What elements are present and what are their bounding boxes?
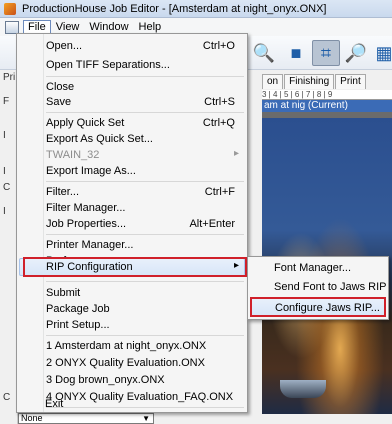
rip-configuration-submenu: Font Manager... Send Font to Jaws RIP Co…: [247, 256, 389, 320]
editor-tabs: on Finishing Print: [262, 74, 367, 89]
title-bar: ProductionHouse Job Editor - [Amsterdam …: [0, 0, 392, 18]
menu-item-recent-2[interactable]: 2 ONYX Quality Evaluation.ONX: [19, 354, 245, 372]
menu-file[interactable]: File: [23, 20, 51, 34]
menu-separator: [46, 112, 244, 113]
magnify-icon[interactable]: 🔎: [342, 40, 370, 66]
annotation-highlight-box: [23, 257, 247, 277]
chevron-right-icon: ▸: [233, 148, 239, 159]
menu-separator: [46, 281, 244, 282]
zoom-icon[interactable]: 🔍: [250, 40, 278, 66]
panel-letter: F: [3, 96, 10, 107]
tab-print[interactable]: Print: [335, 74, 366, 89]
menu-item-save[interactable]: Save Ctrl+S: [19, 93, 245, 111]
menu-item-export-image[interactable]: Export Image As...: [19, 162, 245, 180]
menu-item-exit[interactable]: Exit: [18, 396, 244, 413]
panel-letter: I: [3, 166, 6, 177]
panel-letter: C: [3, 392, 11, 403]
menu-help[interactable]: Help: [134, 20, 167, 34]
grid-icon[interactable]: ▦: [370, 40, 392, 66]
tab-finishing[interactable]: Finishing: [284, 74, 335, 89]
menu-separator: [46, 76, 244, 77]
bottom-select[interactable]: None ▼: [18, 413, 154, 424]
menu-window[interactable]: Window: [84, 20, 133, 34]
chevron-down-icon[interactable]: ▼: [142, 414, 150, 423]
panel-letter: C: [3, 182, 11, 193]
ruler: 3 | 4 | 5 | 6 | 7 | 8 | 9: [262, 90, 392, 100]
layer-icon[interactable]: ■: [282, 40, 310, 66]
document-title-bar: am at nig (Current): [262, 100, 392, 112]
tab-partial[interactable]: on: [262, 74, 284, 89]
panel-letter: I: [3, 130, 6, 141]
menu-item-recent-1[interactable]: 1 Amsterdam at night_onyx.ONX: [19, 337, 245, 355]
panel-letter: I: [3, 206, 6, 217]
menu-item-job-properties[interactable]: Job Properties... Alt+Enter: [19, 215, 245, 233]
menu-item-font-manager[interactable]: Font Manager...: [250, 259, 386, 277]
menu-item-open-tiff[interactable]: Open TIFF Separations...: [19, 56, 245, 74]
window-title: ProductionHouse Job Editor - [Amsterdam …: [22, 2, 327, 15]
annotation-highlight-box: [250, 297, 386, 317]
menu-item-print-setup[interactable]: Print Setup...: [19, 316, 245, 334]
menu-item-recent-3[interactable]: 3 Dog brown_onyx.ONX: [19, 371, 245, 389]
menu-item-send-font[interactable]: Send Font to Jaws RIP: [250, 278, 387, 296]
crop-icon[interactable]: ⌗: [312, 40, 340, 66]
file-menu: Open... Ctrl+O Open TIFF Separations... C…: [16, 33, 248, 413]
panel-letter: Pri: [3, 72, 16, 83]
document-icon[interactable]: [5, 20, 19, 34]
app-icon: [4, 2, 16, 15]
menu-separator: [46, 234, 244, 235]
menu-separator: [46, 181, 244, 182]
boat-shape: [280, 380, 326, 398]
menu-view[interactable]: View: [51, 20, 85, 34]
menu-separator: [46, 335, 244, 336]
menu-item-open[interactable]: Open... Ctrl+O: [19, 37, 245, 55]
select-value: None: [21, 413, 43, 423]
